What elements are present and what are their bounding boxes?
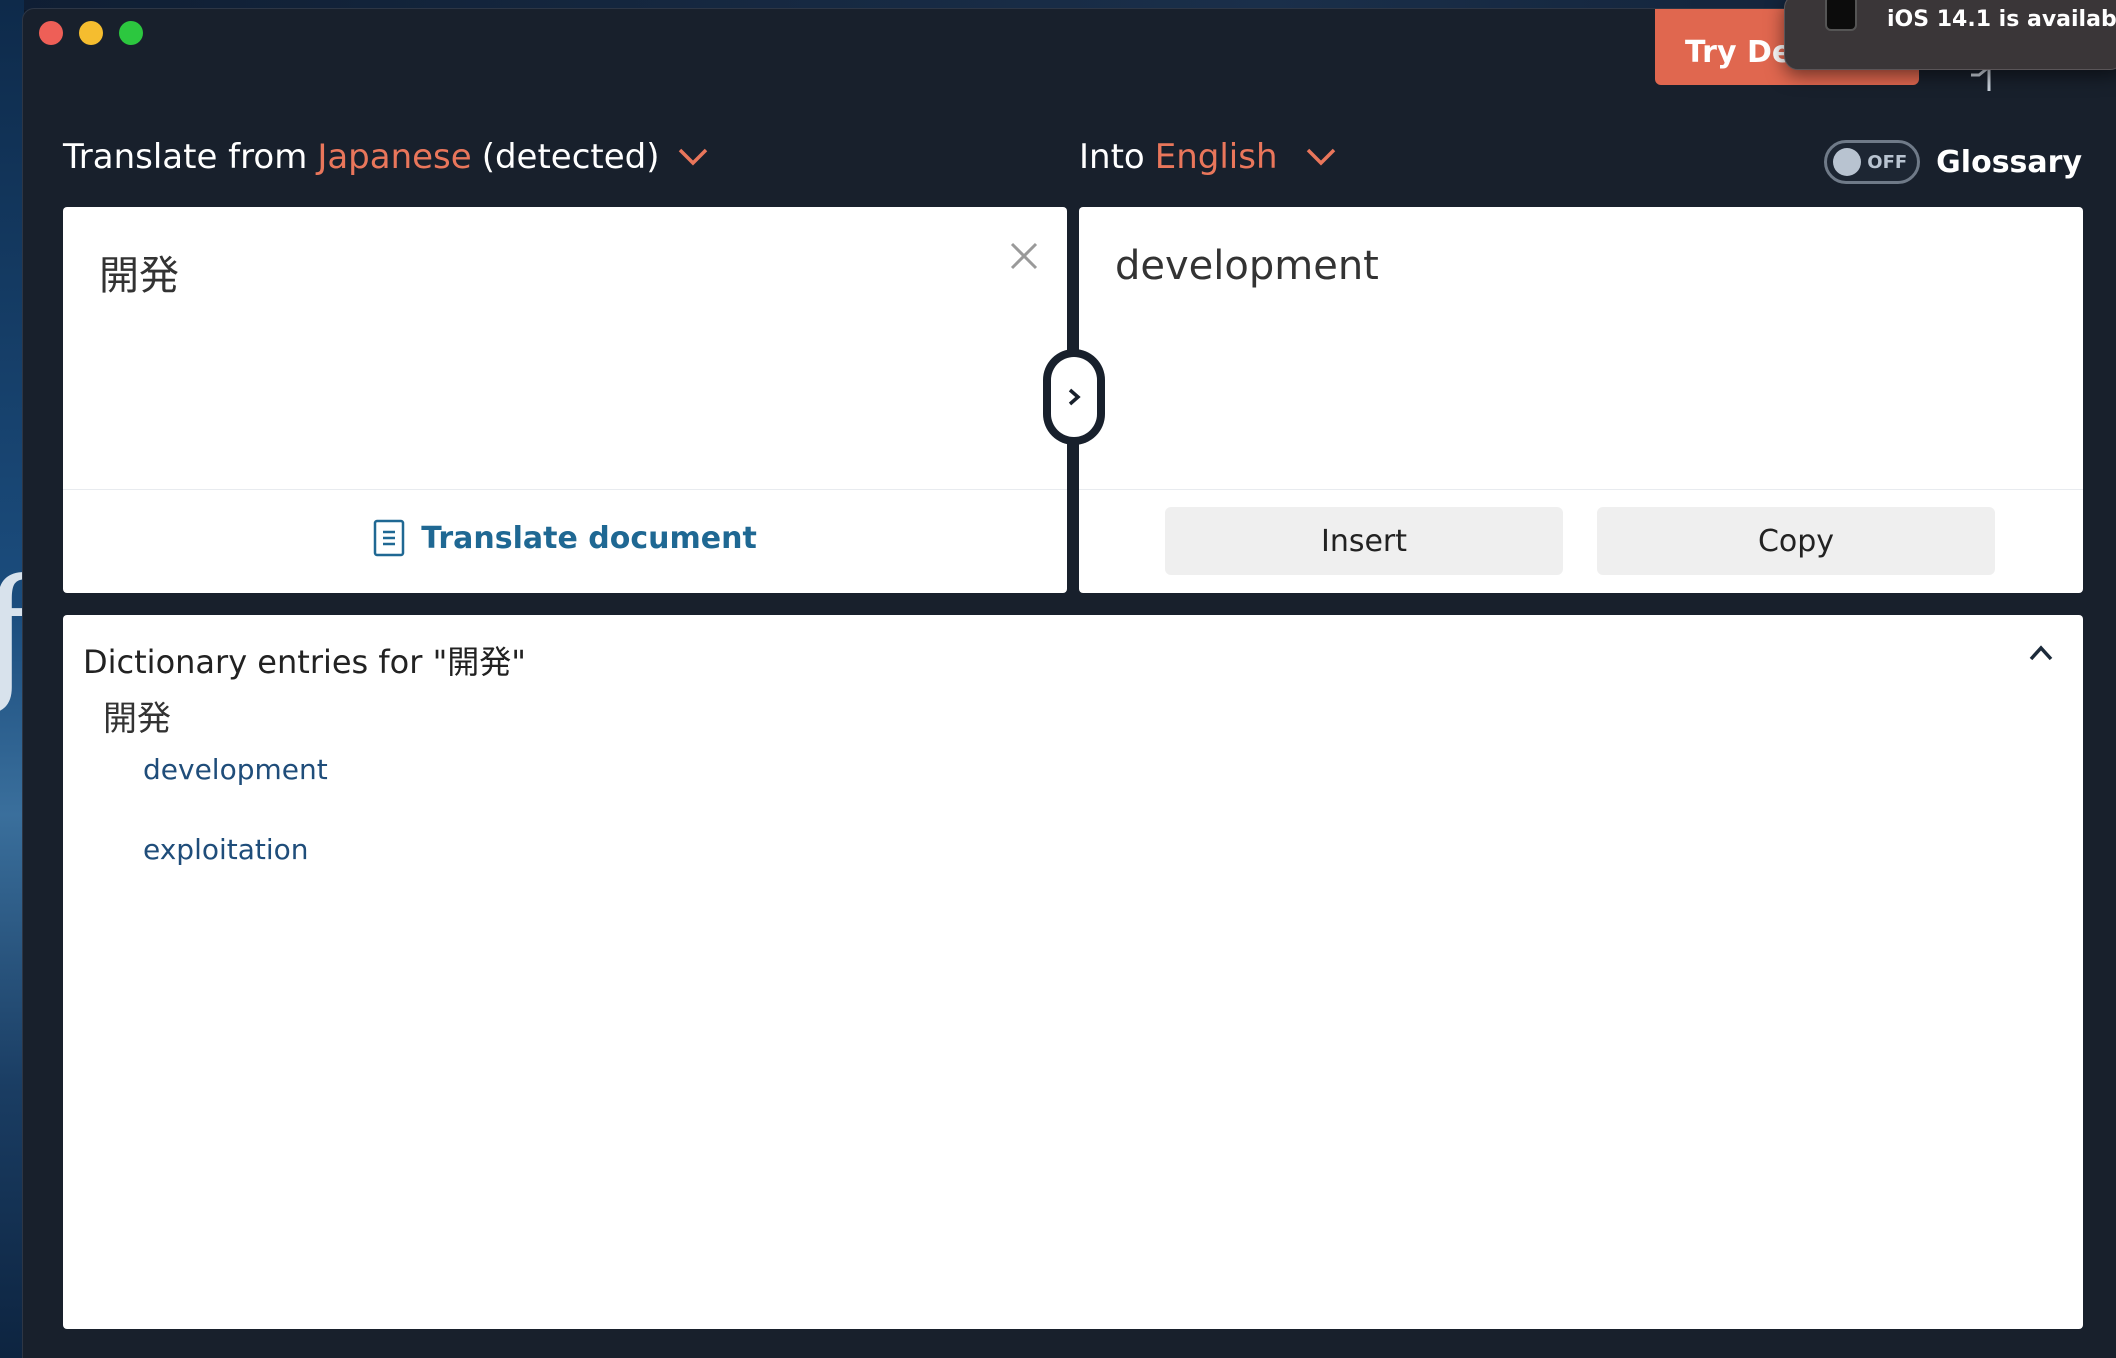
panel-divider	[63, 489, 1067, 490]
phone-icon	[1825, 0, 1857, 31]
minimize-window-button[interactable]	[79, 21, 103, 45]
dictionary-entry-exploitation[interactable]: exploitation	[143, 833, 309, 866]
insert-button-label: Insert	[1320, 523, 1408, 559]
target-language-name: English	[1154, 137, 1278, 177]
target-language-selector[interactable]: Into English	[1079, 137, 1338, 177]
document-icon	[373, 519, 405, 557]
glossary-control: OFF Glossary	[1824, 140, 2082, 184]
source-text-input[interactable]: 開発	[99, 243, 179, 301]
source-language-selector[interactable]: Translate from Japanese (detected)	[63, 137, 710, 177]
source-language-prefix: Translate from	[63, 137, 308, 177]
chevron-down-icon	[1306, 148, 1335, 166]
dictionary-title: Dictionary entries for "開発"	[83, 643, 527, 681]
glossary-toggle[interactable]: OFF	[1824, 140, 1921, 184]
dictionary-entry-development[interactable]: development	[143, 753, 328, 786]
insert-button[interactable]: Insert	[1165, 507, 1563, 575]
target-text-panel: development Insert Copy	[1079, 207, 2083, 593]
swap-languages-button[interactable]	[1043, 349, 1105, 445]
system-notification[interactable]: iOS 14.1 is available fo	[1784, 0, 2116, 70]
source-language-suffix: (detected)	[481, 137, 660, 177]
panel-divider	[1079, 489, 2083, 490]
chevron-down-icon	[678, 148, 707, 166]
translate-document-button[interactable]: Translate document	[63, 519, 1067, 557]
chevron-right-icon	[1068, 388, 1081, 406]
glossary-label: Glossary	[1936, 144, 2082, 180]
chevron-up-icon[interactable]	[2027, 643, 2055, 663]
dictionary-term: 開発	[103, 699, 171, 739]
source-text-panel: 開発 Translate document	[63, 207, 1067, 593]
close-icon[interactable]	[1007, 239, 1041, 273]
copy-button[interactable]: Copy	[1597, 507, 1995, 575]
copy-button-label: Copy	[1757, 523, 1835, 559]
translated-text: development	[1115, 243, 1379, 289]
translate-document-label: Translate document	[421, 520, 757, 556]
toggle-knob	[1833, 148, 1862, 176]
target-language-prefix: Into	[1079, 137, 1145, 177]
source-language-name: Japanese	[317, 137, 472, 177]
close-window-button[interactable]	[39, 21, 63, 45]
toggle-state-label: OFF	[1867, 152, 1908, 173]
window-controls	[39, 21, 143, 45]
maximize-window-button[interactable]	[119, 21, 143, 45]
dictionary-panel: Dictionary entries for "開発" 開発 developme…	[63, 615, 2083, 1329]
swap-button-inner	[1051, 357, 1097, 437]
notification-text: iOS 14.1 is available fo	[1887, 7, 2116, 32]
speaker-icon[interactable]	[1967, 67, 1997, 91]
desktop-background: ƒ	[0, 0, 36, 1358]
deepl-window: Try Dee Translate from Japanese (detecte…	[22, 8, 2116, 1358]
